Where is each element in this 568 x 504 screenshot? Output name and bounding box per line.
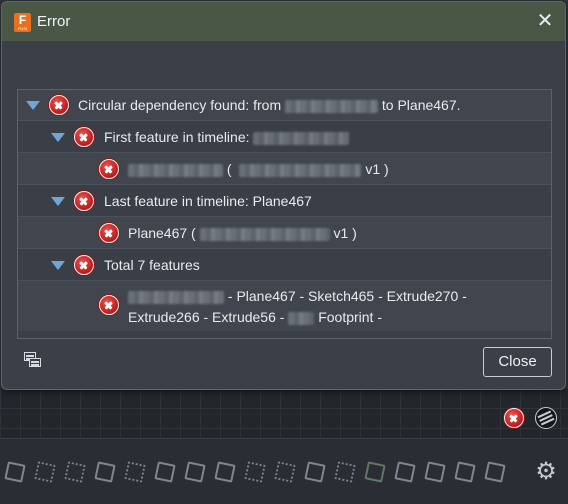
toolbar-tool-icon[interactable] [32, 459, 55, 481]
root-message-suffix: to Plane467. [381, 97, 461, 113]
tree-row-first-feature-item[interactable]: ( v1 ) [18, 153, 551, 185]
redacted-text [128, 163, 223, 177]
error-dialog: F FUSI Error ✕ Circular dependency found… [1, 1, 566, 390]
tree-row-last-feature[interactable]: Last feature in timeline: Plane467 [18, 185, 551, 217]
error-icon [99, 223, 119, 243]
toolbar-tool-icon[interactable] [422, 459, 445, 481]
redacted-text [253, 131, 350, 145]
root-message: Circular dependency found: from to Plane… [78, 97, 461, 113]
toolbar-tool-icon[interactable] [362, 459, 385, 481]
root-message-prefix: Circular dependency found: from [78, 97, 282, 113]
toolbar-tool-icon[interactable] [92, 459, 115, 481]
app-logo-letter: F [18, 13, 27, 27]
toolbar-tool-icon[interactable] [302, 459, 325, 481]
redacted-text [288, 311, 315, 325]
last-feature-item: Plane467 ( v1 ) [128, 225, 357, 241]
error-tree: Circular dependency found: from to Plane… [17, 89, 552, 339]
tree-row-first-feature[interactable]: First feature in timeline: [18, 121, 551, 153]
navigation-cube-icon[interactable] [535, 407, 557, 429]
toolbar-tool-icon[interactable] [2, 459, 25, 481]
toolbar-tool-icon[interactable] [62, 459, 85, 481]
dialog-title: Error [37, 13, 71, 30]
close-icon[interactable]: ✕ [535, 11, 555, 31]
bottom-toolbar [0, 438, 568, 504]
tree-row-total-list[interactable]: - Plane467 - Sketch465 - Extrude270 - Ex… [18, 281, 551, 331]
first-feature-text: First feature in timeline: [104, 129, 250, 145]
toolbar-tool-icon[interactable] [212, 459, 235, 481]
copy-list-icon[interactable] [24, 352, 42, 368]
first-feature-item: ( v1 ) [128, 161, 389, 177]
app-logo-sub: FUSI [17, 26, 28, 31]
error-icon[interactable] [504, 408, 524, 428]
feature-list-line2b: Footprint - [318, 309, 383, 325]
toolbar-tool-icon[interactable] [122, 459, 145, 481]
app-logo-icon: F FUSI [14, 13, 31, 32]
dialog-titlebar[interactable]: F FUSI Error ✕ [2, 2, 565, 41]
tree-row-root[interactable]: Circular dependency found: from to Plane… [18, 90, 551, 121]
expand-triangle-icon[interactable] [51, 133, 65, 142]
error-icon [49, 95, 69, 115]
error-icon [99, 159, 119, 179]
error-icon [74, 127, 94, 147]
redacted-text [239, 163, 362, 177]
feature-list: - Plane467 - Sketch465 - Extrude270 - Ex… [128, 286, 467, 328]
last-item-close: v1 ) [333, 225, 357, 241]
toolbar-tool-icon[interactable] [332, 459, 355, 481]
last-feature-label: Last feature in timeline: Plane467 [104, 193, 312, 209]
last-item-name: Plane467 ( [128, 225, 196, 241]
total-features-label: Total 7 features [104, 257, 200, 273]
first-feature-label: First feature in timeline: [104, 129, 350, 145]
settings-gear-icon[interactable]: ⚙ [534, 460, 558, 484]
toolbar-tool-icon[interactable] [242, 459, 265, 481]
toolbar-tool-icon[interactable] [452, 459, 475, 481]
feature-list-line1: - Plane467 - Sketch465 - Extrude270 - [227, 288, 467, 304]
toolbar-tool-icon[interactable] [482, 459, 505, 481]
close-button[interactable]: Close [483, 347, 552, 377]
redacted-text [199, 227, 330, 241]
tree-row-last-feature-item[interactable]: Plane467 ( v1 ) [18, 217, 551, 249]
first-item-close: v1 ) [365, 161, 389, 177]
error-icon [74, 191, 94, 211]
expand-triangle-icon[interactable] [26, 101, 40, 110]
error-icon [99, 295, 119, 315]
redacted-text [285, 99, 378, 113]
toolbar-tool-icon[interactable] [272, 459, 295, 481]
toolbar-tool-icon[interactable] [182, 459, 205, 481]
tree-row-total[interactable]: Total 7 features [18, 249, 551, 281]
error-icon [74, 255, 94, 275]
toolbar-tool-icon[interactable] [392, 459, 415, 481]
first-item-open: ( [226, 161, 232, 177]
redacted-text [128, 290, 224, 304]
expand-triangle-icon[interactable] [51, 197, 65, 206]
toolbar-tool-icon[interactable] [152, 459, 175, 481]
expand-triangle-icon[interactable] [51, 261, 65, 270]
feature-list-line2a: Extrude266 - Extrude56 - [128, 309, 285, 325]
